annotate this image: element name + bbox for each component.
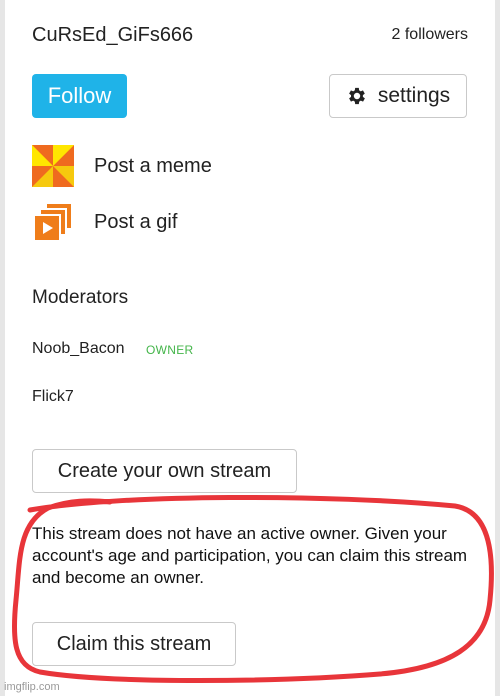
follow-button[interactable]: Follow	[32, 74, 127, 118]
moderator-link[interactable]: Noob_Bacon	[32, 340, 125, 358]
gear-icon	[348, 87, 365, 105]
post-meme-label: Post a meme	[94, 154, 212, 177]
settings-button[interactable]: settings	[329, 74, 467, 118]
post-gif-link[interactable]: Post a gif	[32, 201, 177, 243]
stream-sidebar-panel: CuRsEd_GiFs666 2 followers Follow settin…	[0, 0, 500, 696]
left-border	[0, 0, 5, 696]
owner-badge: OWNER	[146, 343, 194, 357]
pinwheel-meme-icon	[32, 145, 74, 187]
followers-count: 2 followers	[391, 26, 468, 43]
claim-stream-button[interactable]: Claim this stream	[32, 622, 236, 666]
moderator-link[interactable]: Flick7	[32, 388, 74, 406]
create-stream-button[interactable]: Create your own stream	[32, 449, 297, 493]
post-gif-label: Post a gif	[94, 210, 178, 233]
imgflip-watermark: imgflip.com	[4, 681, 60, 693]
post-meme-link[interactable]: Post a meme	[32, 145, 212, 187]
stacked-gif-play-icon	[33, 202, 73, 242]
claim-notice-text: This stream does not have an active owne…	[32, 524, 468, 587]
settings-label: settings	[377, 84, 451, 107]
stream-name[interactable]: CuRsEd_GiFs666	[32, 24, 193, 47]
right-border	[495, 0, 500, 696]
moderators-heading: Moderators	[32, 287, 129, 308]
